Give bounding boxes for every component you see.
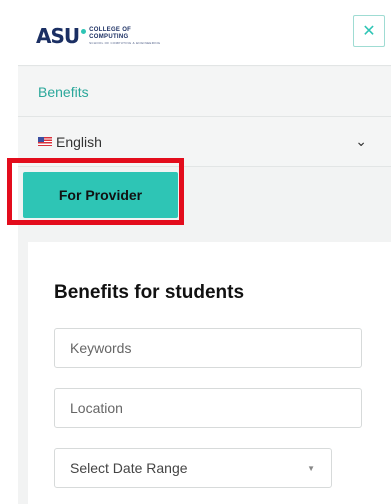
- logo-mark: ASU: [36, 24, 80, 48]
- flag-us-icon: [38, 137, 52, 146]
- close-menu-button[interactable]: ✕: [353, 15, 385, 47]
- menu-item-label: Benefits: [38, 83, 89, 100]
- benefits-filter-card: Benefits for students Keywords Location …: [28, 242, 391, 504]
- language-label: English: [56, 133, 102, 150]
- for-provider-label: For Provider: [58, 187, 143, 203]
- location-input[interactable]: Location: [54, 388, 362, 428]
- left-strip: [0, 0, 18, 504]
- logo-text: COLLEGE OF COMPUTING SCHOOL OF COMPUTING…: [89, 27, 160, 45]
- mobile-menu: Benefits English ⌄: [18, 67, 391, 167]
- logo-line-3: SCHOOL OF COMPUTING & ENGINEERING: [89, 41, 161, 45]
- date-range-select[interactable]: Select Date Range ▼: [54, 448, 332, 488]
- keywords-placeholder: Keywords: [70, 340, 132, 356]
- close-icon: ✕: [362, 23, 376, 40]
- chevron-down-icon: ⌄: [355, 133, 367, 149]
- caret-down-icon: ▼: [307, 463, 315, 473]
- menu-item-benefits[interactable]: Benefits: [18, 67, 391, 117]
- keywords-input[interactable]: Keywords: [54, 328, 362, 368]
- location-placeholder: Location: [70, 400, 123, 416]
- logo-dot: [81, 28, 87, 34]
- language-current: English: [38, 134, 102, 150]
- date-range-label: Select Date Range: [70, 460, 188, 476]
- card-title: Benefits for students: [54, 282, 245, 303]
- logo-line-1: COLLEGE OF: [89, 27, 132, 33]
- for-provider-button[interactable]: For Provider: [23, 172, 178, 218]
- site-logo[interactable]: ASU COLLEGE OF COMPUTING SCHOOL OF COMPU…: [36, 22, 160, 50]
- header: ASU COLLEGE OF COMPUTING SCHOOL OF COMPU…: [18, 0, 391, 66]
- provider-highlight: For Provider: [7, 158, 184, 225]
- logo-line-2: COMPUTING: [89, 34, 129, 40]
